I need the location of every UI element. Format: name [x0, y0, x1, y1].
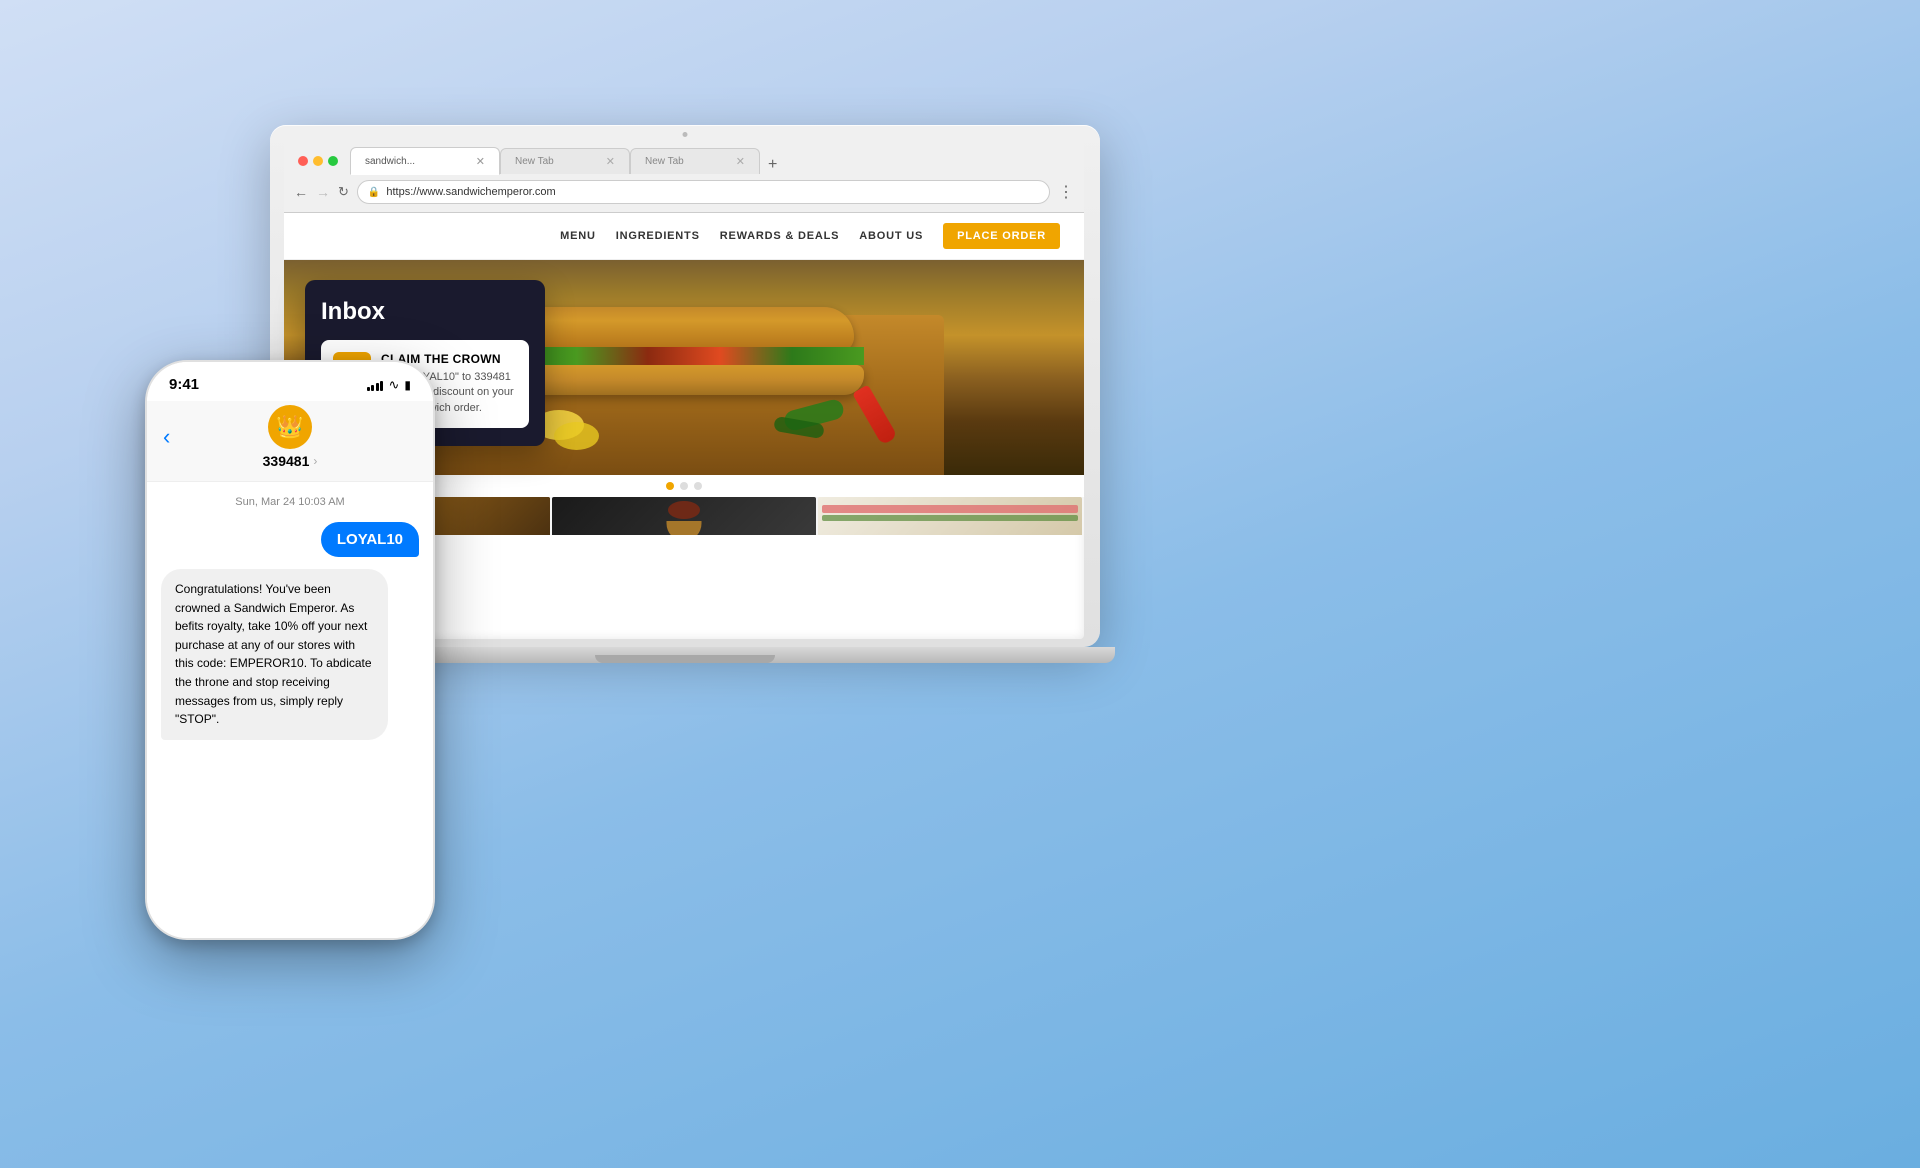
nav-rewards-link[interactable]: REWARDS & DEALS: [720, 230, 840, 242]
signal-icon: [367, 379, 384, 391]
browser-chrome: sandwich... ✕ New Tab ✕ New Tab ✕: [284, 139, 1084, 213]
minimize-window-btn[interactable]: [313, 156, 323, 166]
scene-container: sandwich... ✕ New Tab ✕ New Tab ✕: [0, 0, 1920, 1168]
sms-header: ‹ 👑 339481 ›: [147, 401, 433, 482]
received-bubble: Congratulations! You've been crowned a S…: [161, 569, 388, 740]
battery-icon: ▮: [404, 378, 411, 392]
lock-icon: 🔒: [368, 187, 380, 198]
tab-3-close-btn[interactable]: ✕: [736, 155, 745, 168]
address-bar[interactable]: 🔒 https://www.sandwichemperor.com: [357, 180, 1050, 204]
sent-bubble: LOYAL10: [321, 522, 419, 557]
contact-name-row: 339481 ›: [263, 453, 318, 469]
browser-toolbar: ← → ↻ 🔒 https://www.sandwichemperor.com …: [294, 174, 1074, 212]
url-text: https://www.sandwichemperor.com: [386, 186, 555, 198]
nav-menu-link[interactable]: MENU: [560, 230, 596, 242]
phone-device: 9:41 ∿ ▮ ‹: [145, 360, 435, 940]
sent-message-bubble: LOYAL10: [161, 522, 419, 557]
phone-body: 9:41 ∿ ▮ ‹: [145, 360, 435, 940]
browser-tabs: sandwich... ✕ New Tab ✕ New Tab ✕: [350, 147, 1074, 174]
laptop-camera: [683, 132, 688, 137]
hero-dot-2[interactable]: [680, 482, 688, 490]
hero-dot-1[interactable]: [666, 482, 674, 490]
phone-time: 9:41: [169, 376, 199, 393]
window-controls: [294, 156, 342, 166]
close-window-btn[interactable]: [298, 156, 308, 166]
place-order-btn[interactable]: PLACE ORDER: [943, 223, 1060, 249]
new-tab-btn[interactable]: +: [760, 156, 785, 174]
contact-avatar: 👑: [268, 405, 312, 449]
nav-about-link[interactable]: ABOUT US: [859, 230, 923, 242]
phone-status-icons: ∿ ▮: [367, 377, 411, 393]
food-thumb-3[interactable]: [818, 497, 1082, 535]
tab-close-btn[interactable]: ✕: [476, 155, 485, 168]
sms-body: Sun, Mar 24 10:03 AM LOYAL10 Congratulat…: [147, 482, 433, 938]
contact-name: 339481: [263, 453, 310, 469]
wifi-icon: ∿: [388, 377, 399, 393]
inbox-title: Inbox: [321, 298, 529, 326]
sms-date-label: Sun, Mar 24 10:03 AM: [161, 496, 419, 508]
maximize-window-btn[interactable]: [328, 156, 338, 166]
nav-ingredients-link[interactable]: INGREDIENTS: [616, 230, 700, 242]
menu-btn[interactable]: ⋮: [1058, 182, 1074, 202]
received-message-bubble: Congratulations! You've been crowned a S…: [161, 569, 419, 740]
back-arrow-btn[interactable]: ‹: [163, 424, 170, 450]
tab-2-close-btn[interactable]: ✕: [606, 155, 615, 168]
browser-tab-2[interactable]: New Tab ✕: [500, 148, 630, 174]
hero-dot-3[interactable]: [694, 482, 702, 490]
browser-tab-active[interactable]: sandwich... ✕: [350, 147, 500, 175]
browser-tab-3[interactable]: New Tab ✕: [630, 148, 760, 174]
forward-btn[interactable]: →: [316, 184, 330, 200]
back-btn[interactable]: ←: [294, 184, 308, 200]
website-nav: MENU INGREDIENTS REWARDS & DEALS ABOUT U…: [284, 213, 1084, 260]
contact-chevron: ›: [313, 454, 317, 468]
food-thumb-2[interactable]: [552, 497, 816, 535]
tab-label: sandwich...: [365, 156, 415, 167]
status-bar: 9:41 ∿ ▮: [147, 362, 433, 401]
refresh-btn[interactable]: ↻: [338, 184, 349, 200]
